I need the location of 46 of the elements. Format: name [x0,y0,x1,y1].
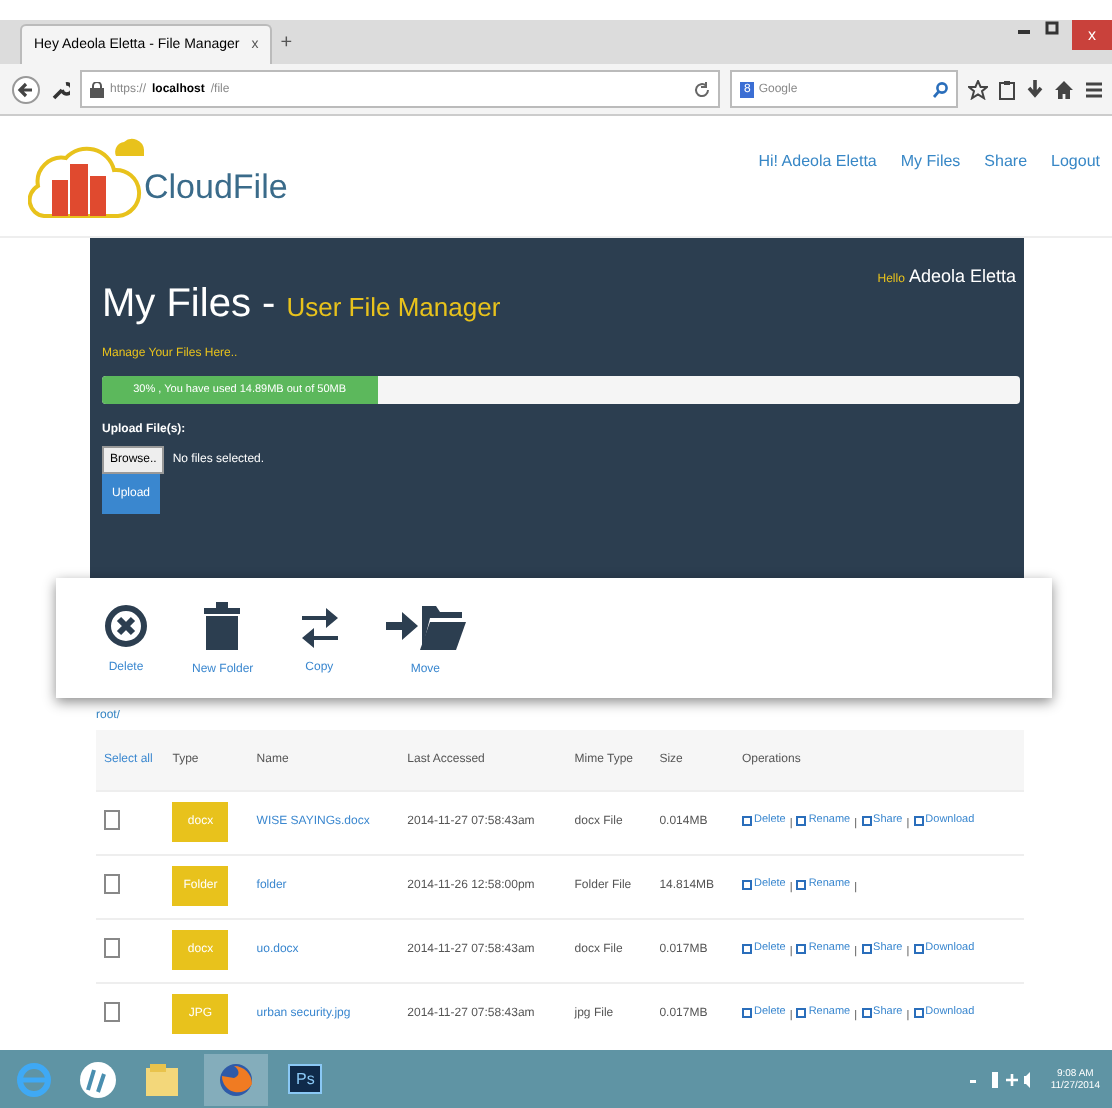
nav-link[interactable]: Hi! Adeola Eletta [758,152,877,170]
circle-x-icon [104,603,148,647]
new-tab-button[interactable]: + [280,31,293,53]
square-icon [796,1007,807,1018]
row-checkbox[interactable] [104,938,120,958]
close-button[interactable]: x [1072,20,1112,50]
photoshop-icon[interactable]: Ps [288,1064,323,1094]
tray-icons [970,1069,1031,1089]
row-checkbox[interactable] [104,1002,120,1022]
round-logo-icon[interactable] [76,1057,120,1101]
wrench-icon [50,79,70,99]
square-icon [796,943,807,954]
square-icon [741,879,752,890]
download-icon[interactable] [1026,79,1044,99]
firefox-taskbar-button[interactable] [204,1053,268,1105]
square-icon [741,943,752,954]
square-icon [913,1007,924,1018]
square-icon [741,815,752,826]
site-logo[interactable]: CloudFile [144,168,288,208]
search-icon[interactable] [932,81,948,97]
lock-icon [90,81,104,97]
page-title: My Files - User File Manager [102,282,501,328]
square-icon [861,943,872,954]
square-icon [913,943,924,954]
square-icon [796,815,807,826]
row-checkbox[interactable] [104,874,120,894]
star-icon[interactable] [968,79,988,99]
restore-icon[interactable] [1044,20,1060,36]
arrow-into-folder-icon [385,601,466,649]
square-icon [861,1007,872,1018]
square-icon [861,815,872,826]
back-icon[interactable] [12,75,40,103]
square-icon [913,815,924,826]
trash-icon [204,601,241,649]
nav-link[interactable]: Share [984,152,1028,170]
nav-link[interactable]: Logout [1051,152,1100,170]
globe-fox-icon [216,1059,256,1099]
home-icon[interactable] [1054,79,1074,99]
reload-icon[interactable] [694,81,710,97]
menu-icon[interactable] [1084,79,1104,99]
clipboard-icon[interactable] [998,79,1016,99]
swap-arrows-icon [297,603,342,647]
square-icon [796,879,807,890]
row-checkbox[interactable] [104,810,120,830]
square-icon [741,1007,752,1018]
nav-link[interactable]: My Files [900,152,961,170]
